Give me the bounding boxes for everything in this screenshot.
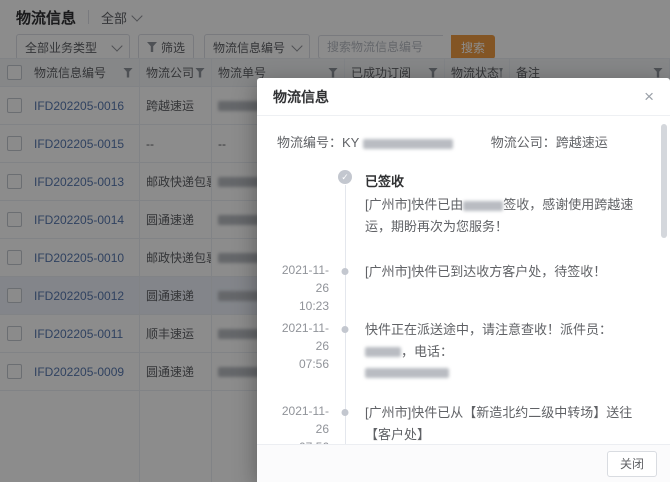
redacted-courier-name bbox=[365, 347, 401, 358]
timeline-item: ✓ 已签收 [广州市]快件已由 签收，感谢使用跨越速运，期盼再次为您服务！ bbox=[275, 167, 646, 258]
timeline-line bbox=[345, 398, 346, 444]
timeline-line bbox=[345, 257, 346, 316]
timeline-time-value: 10:23 bbox=[298, 299, 329, 314]
timeline-rail: ✓ bbox=[329, 167, 361, 258]
timeline-content: [广州市]快件已从【新造北约二级中转场】送往【客户处】 bbox=[361, 398, 646, 444]
logistics-detail-modal: 物流信息 × 物流编号：KY 物流公司：跨越速运 ✓ 已签收 [广州市]快件已由… bbox=[257, 78, 670, 482]
timeline-content: 已签收 [广州市]快件已由 签收，感谢使用跨越速运，期盼再次为您服务！ bbox=[361, 167, 646, 257]
modal-footer: 关闭 bbox=[257, 444, 670, 482]
timeline-item: 2021-11-26 07:56 [广州市]快件已从【新造北约二级中转场】送往【… bbox=[275, 398, 646, 444]
timeline-text: [广州市]快件已到达收方客户处，待签收！ bbox=[365, 264, 607, 280]
timeline-date-value: 2021-11-26 bbox=[281, 404, 329, 437]
timeline-date: 2021-11-26 07:56 bbox=[275, 315, 329, 398]
timeline-content: 快件正在派送途中，请注意查收！派件员： ，电话： bbox=[361, 315, 646, 398]
timeline-item: 2021-11-26 10:23 [广州市]快件已到达收方客户处，待签收！ bbox=[275, 257, 646, 316]
timeline-rail bbox=[329, 257, 361, 316]
timeline-date-value: 2021-11-26 bbox=[281, 263, 329, 296]
timeline-text: ，电话： bbox=[401, 343, 454, 359]
redacted-signer bbox=[463, 201, 504, 211]
modal-header: 物流信息 × bbox=[257, 78, 670, 116]
timeline-rail bbox=[329, 398, 361, 444]
shipment-info-row: 物流编号：KY 物流公司：跨越速运 bbox=[275, 132, 646, 151]
shipment-code-label: 物流编号： bbox=[277, 135, 343, 150]
timeline-content: [广州市]快件已到达收方客户处，待签收！ bbox=[361, 257, 646, 315]
timeline-date bbox=[275, 167, 329, 257]
timeline-text: 快件正在派送途中，请注意查收！派件员： bbox=[365, 322, 613, 338]
timeline-text: [广州市]快件已由 bbox=[365, 197, 464, 213]
check-circle-icon: ✓ bbox=[338, 170, 352, 184]
timeline-date-value: 2021-11-26 bbox=[281, 321, 329, 354]
close-button[interactable]: 关闭 bbox=[606, 450, 657, 477]
timeline-line bbox=[345, 185, 346, 258]
tracking-timeline: ✓ 已签收 [广州市]快件已由 签收，感谢使用跨越速运，期盼再次为您服务！ 202… bbox=[275, 167, 646, 444]
timeline-time-value: 07:56 bbox=[275, 438, 329, 444]
timeline-item: 2021-11-26 07:56 快件正在派送途中，请注意查收！派件员： ，电话： bbox=[275, 315, 646, 399]
timeline-time-value: 07:56 bbox=[298, 357, 329, 372]
timeline-date: 2021-11-26 10:23 bbox=[275, 257, 329, 315]
shipment-company-label: 物流公司： bbox=[490, 135, 556, 150]
redacted-phone bbox=[365, 368, 449, 379]
shipment-company-value: 跨越速运 bbox=[555, 135, 608, 150]
close-icon[interactable]: × bbox=[644, 88, 654, 105]
modal-body: 物流编号：KY 物流公司：跨越速运 ✓ 已签收 [广州市]快件已由 签收，感谢使用… bbox=[257, 116, 670, 444]
timeline-dot bbox=[341, 268, 349, 276]
shipment-code-prefix: KY bbox=[342, 135, 360, 150]
shipment-code: 物流编号：KY bbox=[277, 132, 453, 151]
modal-scrollbar[interactable] bbox=[661, 124, 667, 238]
timeline-text: [广州市]快件已从【新造北约二级中转场】送往【客户处】 bbox=[365, 405, 633, 442]
redacted-shipment-code bbox=[362, 138, 453, 149]
timeline-dot bbox=[341, 326, 349, 334]
shipment-company: 物流公司：跨越速运 bbox=[491, 132, 608, 151]
timeline-date: 2021-11-26 07:56 bbox=[275, 398, 329, 444]
timeline-rail bbox=[329, 315, 361, 399]
modal-title: 物流信息 bbox=[273, 88, 329, 105]
timeline-dot bbox=[341, 409, 349, 417]
timeline-status: 已签收 bbox=[365, 174, 405, 189]
